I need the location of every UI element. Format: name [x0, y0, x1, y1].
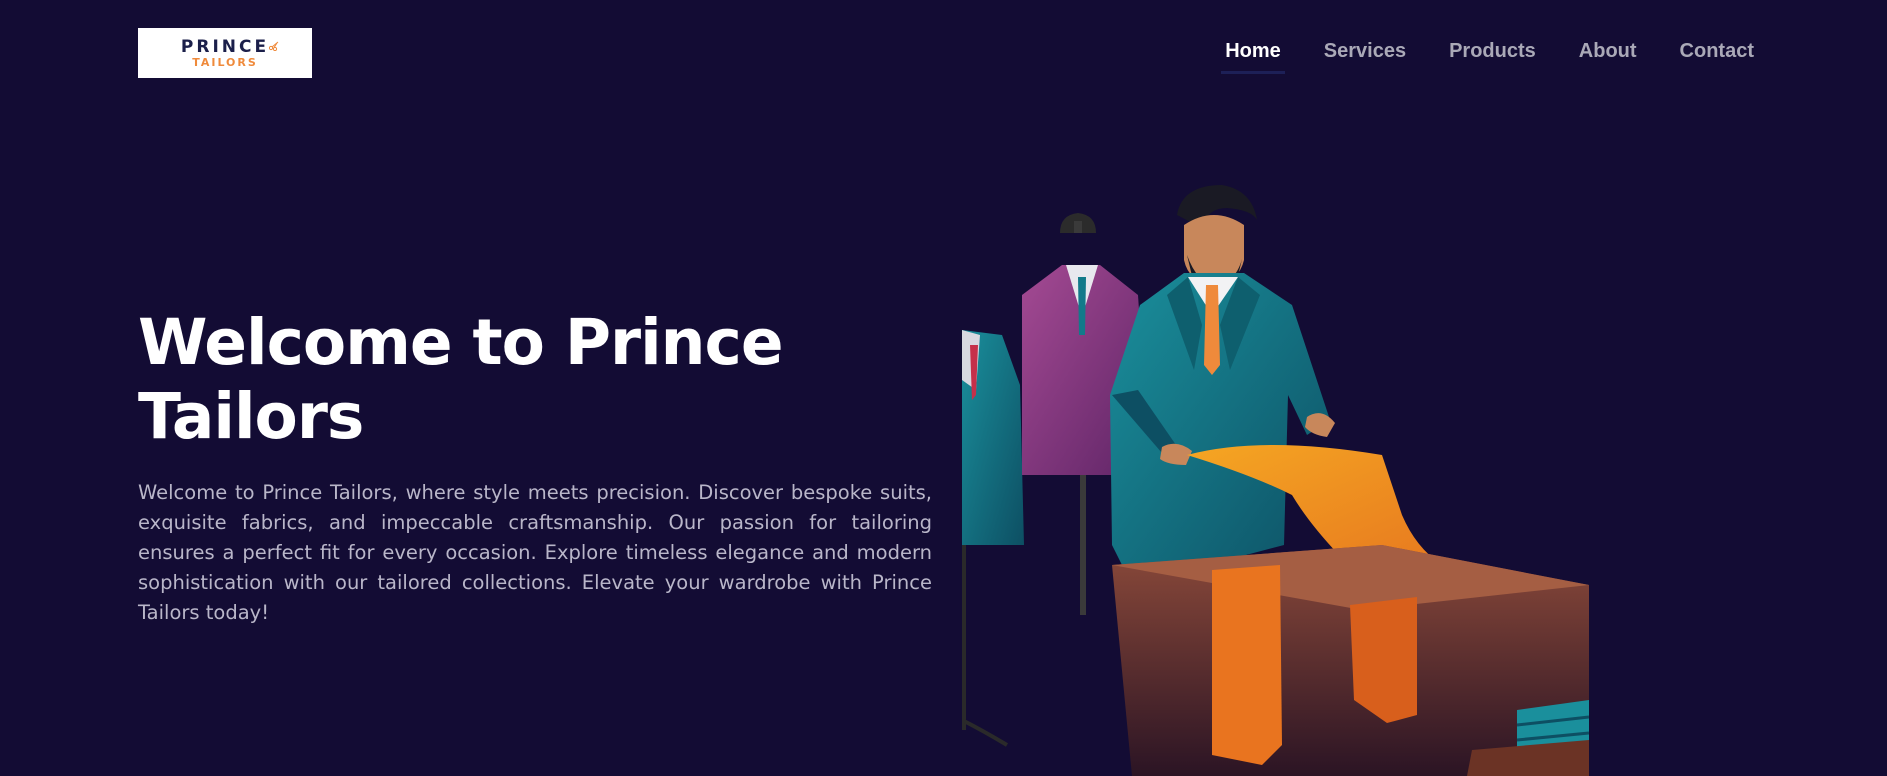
logo-wordmark-bottom: TAILORS	[192, 55, 258, 69]
nav-home[interactable]: Home	[1221, 40, 1285, 74]
scissors-icon	[269, 41, 279, 51]
mannequin-teal	[962, 330, 1024, 747]
tailor-illustration	[962, 185, 1589, 776]
nav-about[interactable]: About	[1579, 40, 1637, 73]
nav-services[interactable]: Services	[1324, 40, 1406, 73]
nav-products[interactable]: Products	[1449, 40, 1536, 73]
hero-description: Welcome to Prince Tailors, where style m…	[138, 481, 932, 624]
brand-logo[interactable]: PRINCE TAILORS	[138, 28, 312, 78]
hero-title: Welcome to Prince Tailors	[138, 306, 784, 453]
tailor-figure	[1110, 185, 1335, 585]
main-nav: Home Services Products About Contact	[1182, 40, 1754, 74]
logo-wordmark-top: PRINCE	[180, 36, 270, 57]
nav-contact[interactable]: Contact	[1680, 40, 1754, 73]
